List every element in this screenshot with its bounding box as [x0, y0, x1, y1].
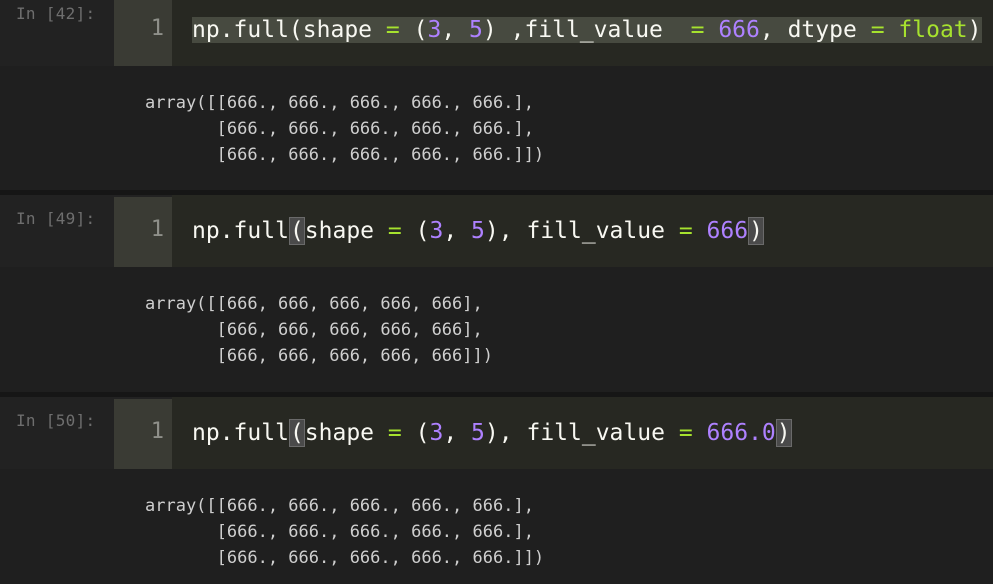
- code-token: ),: [484, 218, 513, 244]
- code-token: 666: [718, 17, 760, 43]
- code-token: 3: [429, 218, 444, 244]
- input-prompt: In [50]:: [16, 411, 96, 430]
- code-token: fill_value: [526, 420, 665, 446]
- code-token: shape: [304, 420, 375, 446]
- code-token: fill_value: [526, 218, 665, 244]
- code-token: np.full(: [192, 17, 303, 43]
- code-token: =: [387, 218, 402, 244]
- code-token: ) ,: [482, 17, 525, 43]
- input-area[interactable]: In [49]: 1 np.full(shape = (3, 5), fill_…: [0, 195, 993, 267]
- input-prompt: In [49]:: [16, 209, 96, 228]
- code-token: =: [385, 17, 400, 43]
- input-area[interactable]: In [42]: 1 np.full(shape = (3, 5) ,fill_…: [0, 0, 993, 66]
- code-token: 666: [706, 218, 749, 244]
- code-token: 5: [469, 17, 483, 43]
- output-text: array([[666, 666, 666, 666, 666], [666, …: [145, 291, 493, 369]
- code-line[interactable]: np.full(shape = (3, 5), fill_value = 666…: [192, 417, 792, 449]
- code-token: np.full: [192, 218, 289, 244]
- code-token: =: [690, 17, 705, 43]
- output-area: array([[666., 666., 666., 666., 666.], […: [0, 469, 993, 584]
- bracket-match: (: [288, 419, 305, 447]
- code-token: (: [413, 17, 428, 43]
- line-number: 1: [150, 16, 164, 41]
- output-line: array([[666., 666., 666., 666., 666.],: [145, 496, 534, 516]
- code-editor[interactable]: np.full(shape = (3, 5), fill_value = 666…: [172, 195, 993, 267]
- code-token: (: [415, 218, 430, 244]
- code-token: np.full: [192, 420, 289, 446]
- code-token: =: [387, 420, 402, 446]
- bracket-match: ): [775, 419, 792, 447]
- code-token: ,: [759, 17, 788, 43]
- output-line: [666., 666., 666., 666., 666.],: [145, 522, 534, 542]
- line-gutter: 1: [114, 0, 172, 66]
- output-area: array([[666, 666, 666, 666, 666], [666, …: [0, 267, 993, 392]
- code-token: 5: [471, 218, 485, 244]
- code-token: 5: [471, 420, 485, 446]
- code-token: =: [678, 218, 693, 244]
- input-prompt: In [42]:: [16, 4, 96, 23]
- line-number: 1: [150, 217, 164, 242]
- output-line: array([[666, 666, 666, 666, 666],: [145, 294, 483, 314]
- code-editor[interactable]: np.full(shape = (3, 5), fill_value = 666…: [172, 397, 993, 469]
- output-line: [666., 666., 666., 666., 666.]]): [145, 548, 545, 568]
- bracket-match: (: [288, 217, 305, 245]
- output-text: array([[666., 666., 666., 666., 666.], […: [145, 493, 544, 571]
- code-token: 3: [427, 17, 442, 43]
- code-token: ): [967, 17, 982, 43]
- output-area: array([[666., 666., 666., 666., 666.], […: [0, 66, 993, 190]
- line-number: 1: [150, 419, 164, 444]
- line-gutter: 1: [114, 197, 172, 267]
- code-line[interactable]: np.full(shape = (3, 5) ,fill_value = 666…: [192, 14, 982, 46]
- output-text: array([[666., 666., 666., 666., 666.], […: [145, 90, 544, 168]
- code-editor[interactable]: np.full(shape = (3, 5) ,fill_value = 666…: [172, 0, 993, 66]
- code-token: =: [870, 17, 885, 43]
- code-token: 666.0: [706, 420, 776, 446]
- code-token: (: [415, 420, 430, 446]
- code-token: 3: [429, 420, 444, 446]
- line-gutter: 1: [114, 399, 172, 469]
- output-line: [666, 666, 666, 666, 666]]): [145, 346, 493, 366]
- code-token: =: [678, 420, 693, 446]
- input-area[interactable]: In [50]: 1 np.full(shape = (3, 5), fill_…: [0, 397, 993, 469]
- code-token: dtype: [787, 17, 857, 43]
- output-line: array([[666., 666., 666., 666., 666.],: [145, 93, 534, 113]
- code-token: ,: [443, 218, 472, 244]
- code-token: float: [898, 17, 968, 43]
- code-token: fill_value: [524, 17, 691, 43]
- code-token: ,: [443, 420, 472, 446]
- output-line: [666., 666., 666., 666., 666.],: [145, 119, 534, 139]
- code-token: shape: [304, 218, 375, 244]
- code-token: ,: [441, 17, 470, 43]
- code-token: shape: [302, 17, 373, 43]
- output-line: [666., 666., 666., 666., 666.]]): [145, 145, 545, 165]
- code-token: ),: [484, 420, 513, 446]
- bracket-match: ): [748, 217, 764, 245]
- code-line[interactable]: np.full(shape = (3, 5), fill_value = 666…: [192, 215, 764, 247]
- output-line: [666, 666, 666, 666, 666],: [145, 320, 483, 340]
